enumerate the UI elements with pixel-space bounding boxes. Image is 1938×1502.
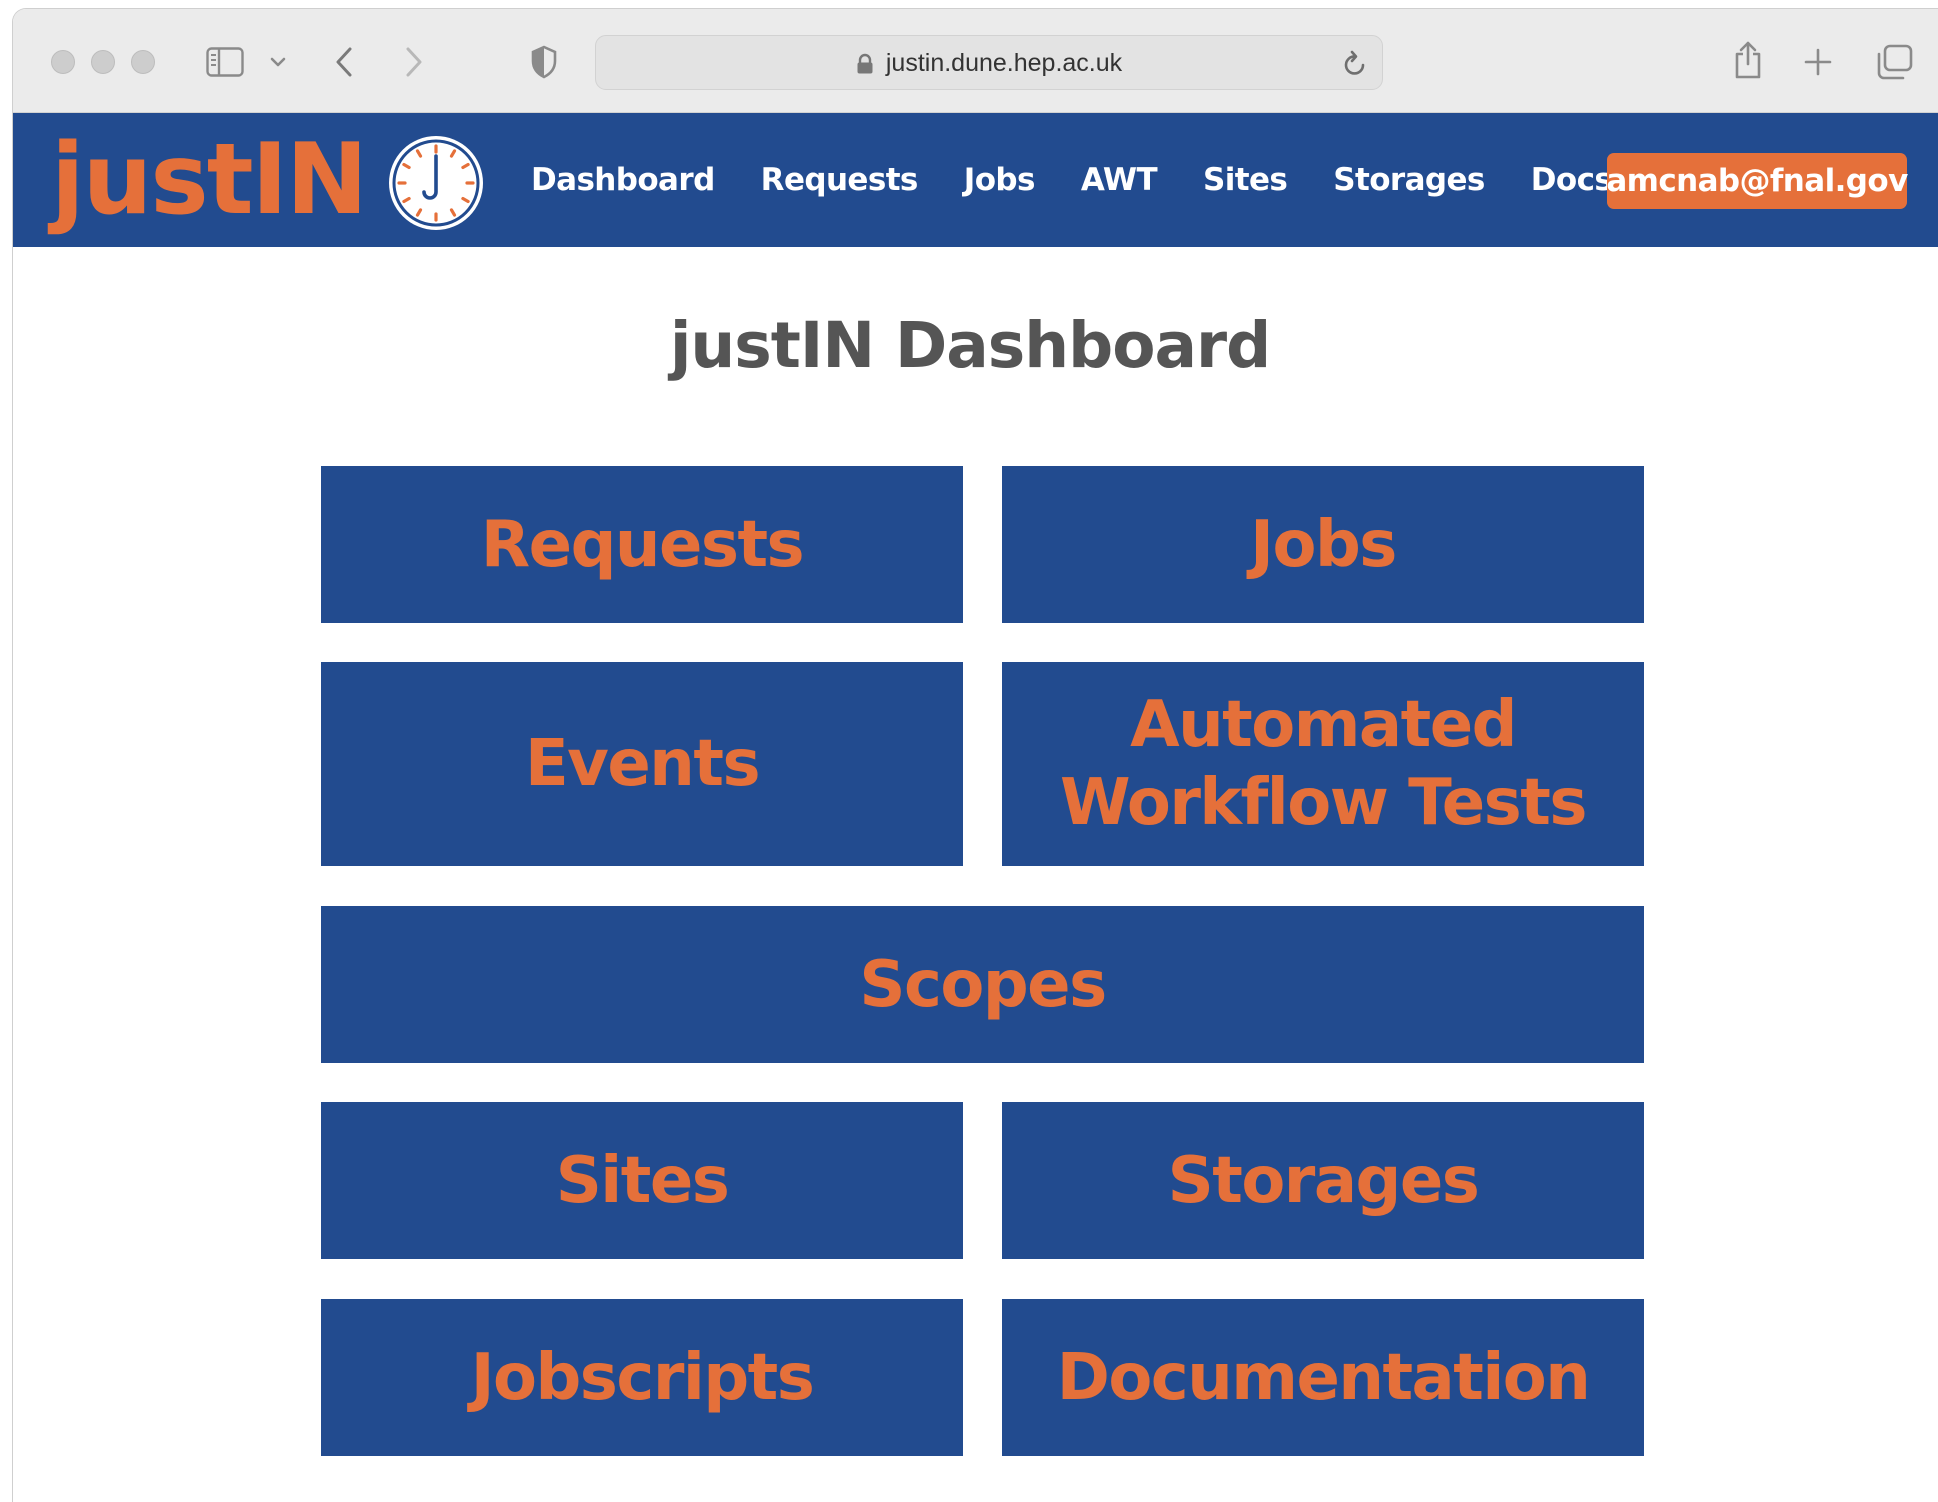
nav-awt[interactable]: AWT xyxy=(1081,162,1158,198)
tile-events[interactable]: Events xyxy=(321,662,963,866)
tile-jobs[interactable]: Jobs xyxy=(1002,466,1644,623)
tile-documentation[interactable]: Documentation xyxy=(1002,1299,1644,1456)
browser-toolbar: justin.dune.hep.ac.uk xyxy=(13,9,1938,113)
nav-dashboard[interactable]: Dashboard xyxy=(531,162,715,198)
zoom-window-button[interactable] xyxy=(131,50,155,74)
url-text: justin.dune.hep.ac.uk xyxy=(885,49,1123,77)
lock-icon xyxy=(856,53,874,75)
back-arrow-icon[interactable] xyxy=(329,43,359,81)
page-title: justIN Dashboard xyxy=(669,309,1271,382)
main-nav: Dashboard Requests Jobs AWT Sites Storag… xyxy=(531,113,1658,247)
forward-arrow-icon[interactable] xyxy=(399,43,429,81)
nav-docs[interactable]: Docs xyxy=(1531,162,1613,198)
tile-jobscripts[interactable]: Jobscripts xyxy=(321,1299,963,1456)
privacy-shield-icon[interactable] xyxy=(527,43,561,81)
tile-sites[interactable]: Sites xyxy=(321,1102,963,1259)
tile-requests[interactable]: Requests xyxy=(321,466,963,623)
close-window-button[interactable] xyxy=(51,50,75,74)
sidebar-toggle-icon[interactable] xyxy=(205,45,245,79)
new-tab-plus-icon[interactable] xyxy=(1801,45,1835,79)
clock-logo-icon xyxy=(387,134,485,232)
browser-window: justin.dune.hep.ac.uk justIN Dashboard R… xyxy=(12,8,1938,1502)
reload-icon[interactable] xyxy=(1340,48,1370,78)
nav-sites[interactable]: Sites xyxy=(1203,162,1288,198)
justin-logo[interactable]: justIN xyxy=(51,115,368,245)
nav-jobs[interactable]: Jobs xyxy=(964,162,1036,198)
minimize-window-button[interactable] xyxy=(91,50,115,74)
address-bar[interactable]: justin.dune.hep.ac.uk xyxy=(595,35,1383,90)
tile-storages[interactable]: Storages xyxy=(1002,1102,1644,1259)
tile-automated-workflow-tests[interactable]: Automated Workflow Tests xyxy=(1002,662,1644,866)
site-header: justIN Dashboard Requests Jobs AWT Sites… xyxy=(13,113,1938,247)
chevron-down-icon[interactable] xyxy=(267,51,289,73)
nav-storages[interactable]: Storages xyxy=(1333,162,1485,198)
tile-scopes[interactable]: Scopes xyxy=(321,906,1644,1063)
tab-overview-icon[interactable] xyxy=(1875,43,1915,81)
share-icon[interactable] xyxy=(1731,39,1765,81)
user-account-button[interactable]: amcnab@fnal.gov xyxy=(1606,153,1908,209)
nav-requests[interactable]: Requests xyxy=(761,162,919,198)
